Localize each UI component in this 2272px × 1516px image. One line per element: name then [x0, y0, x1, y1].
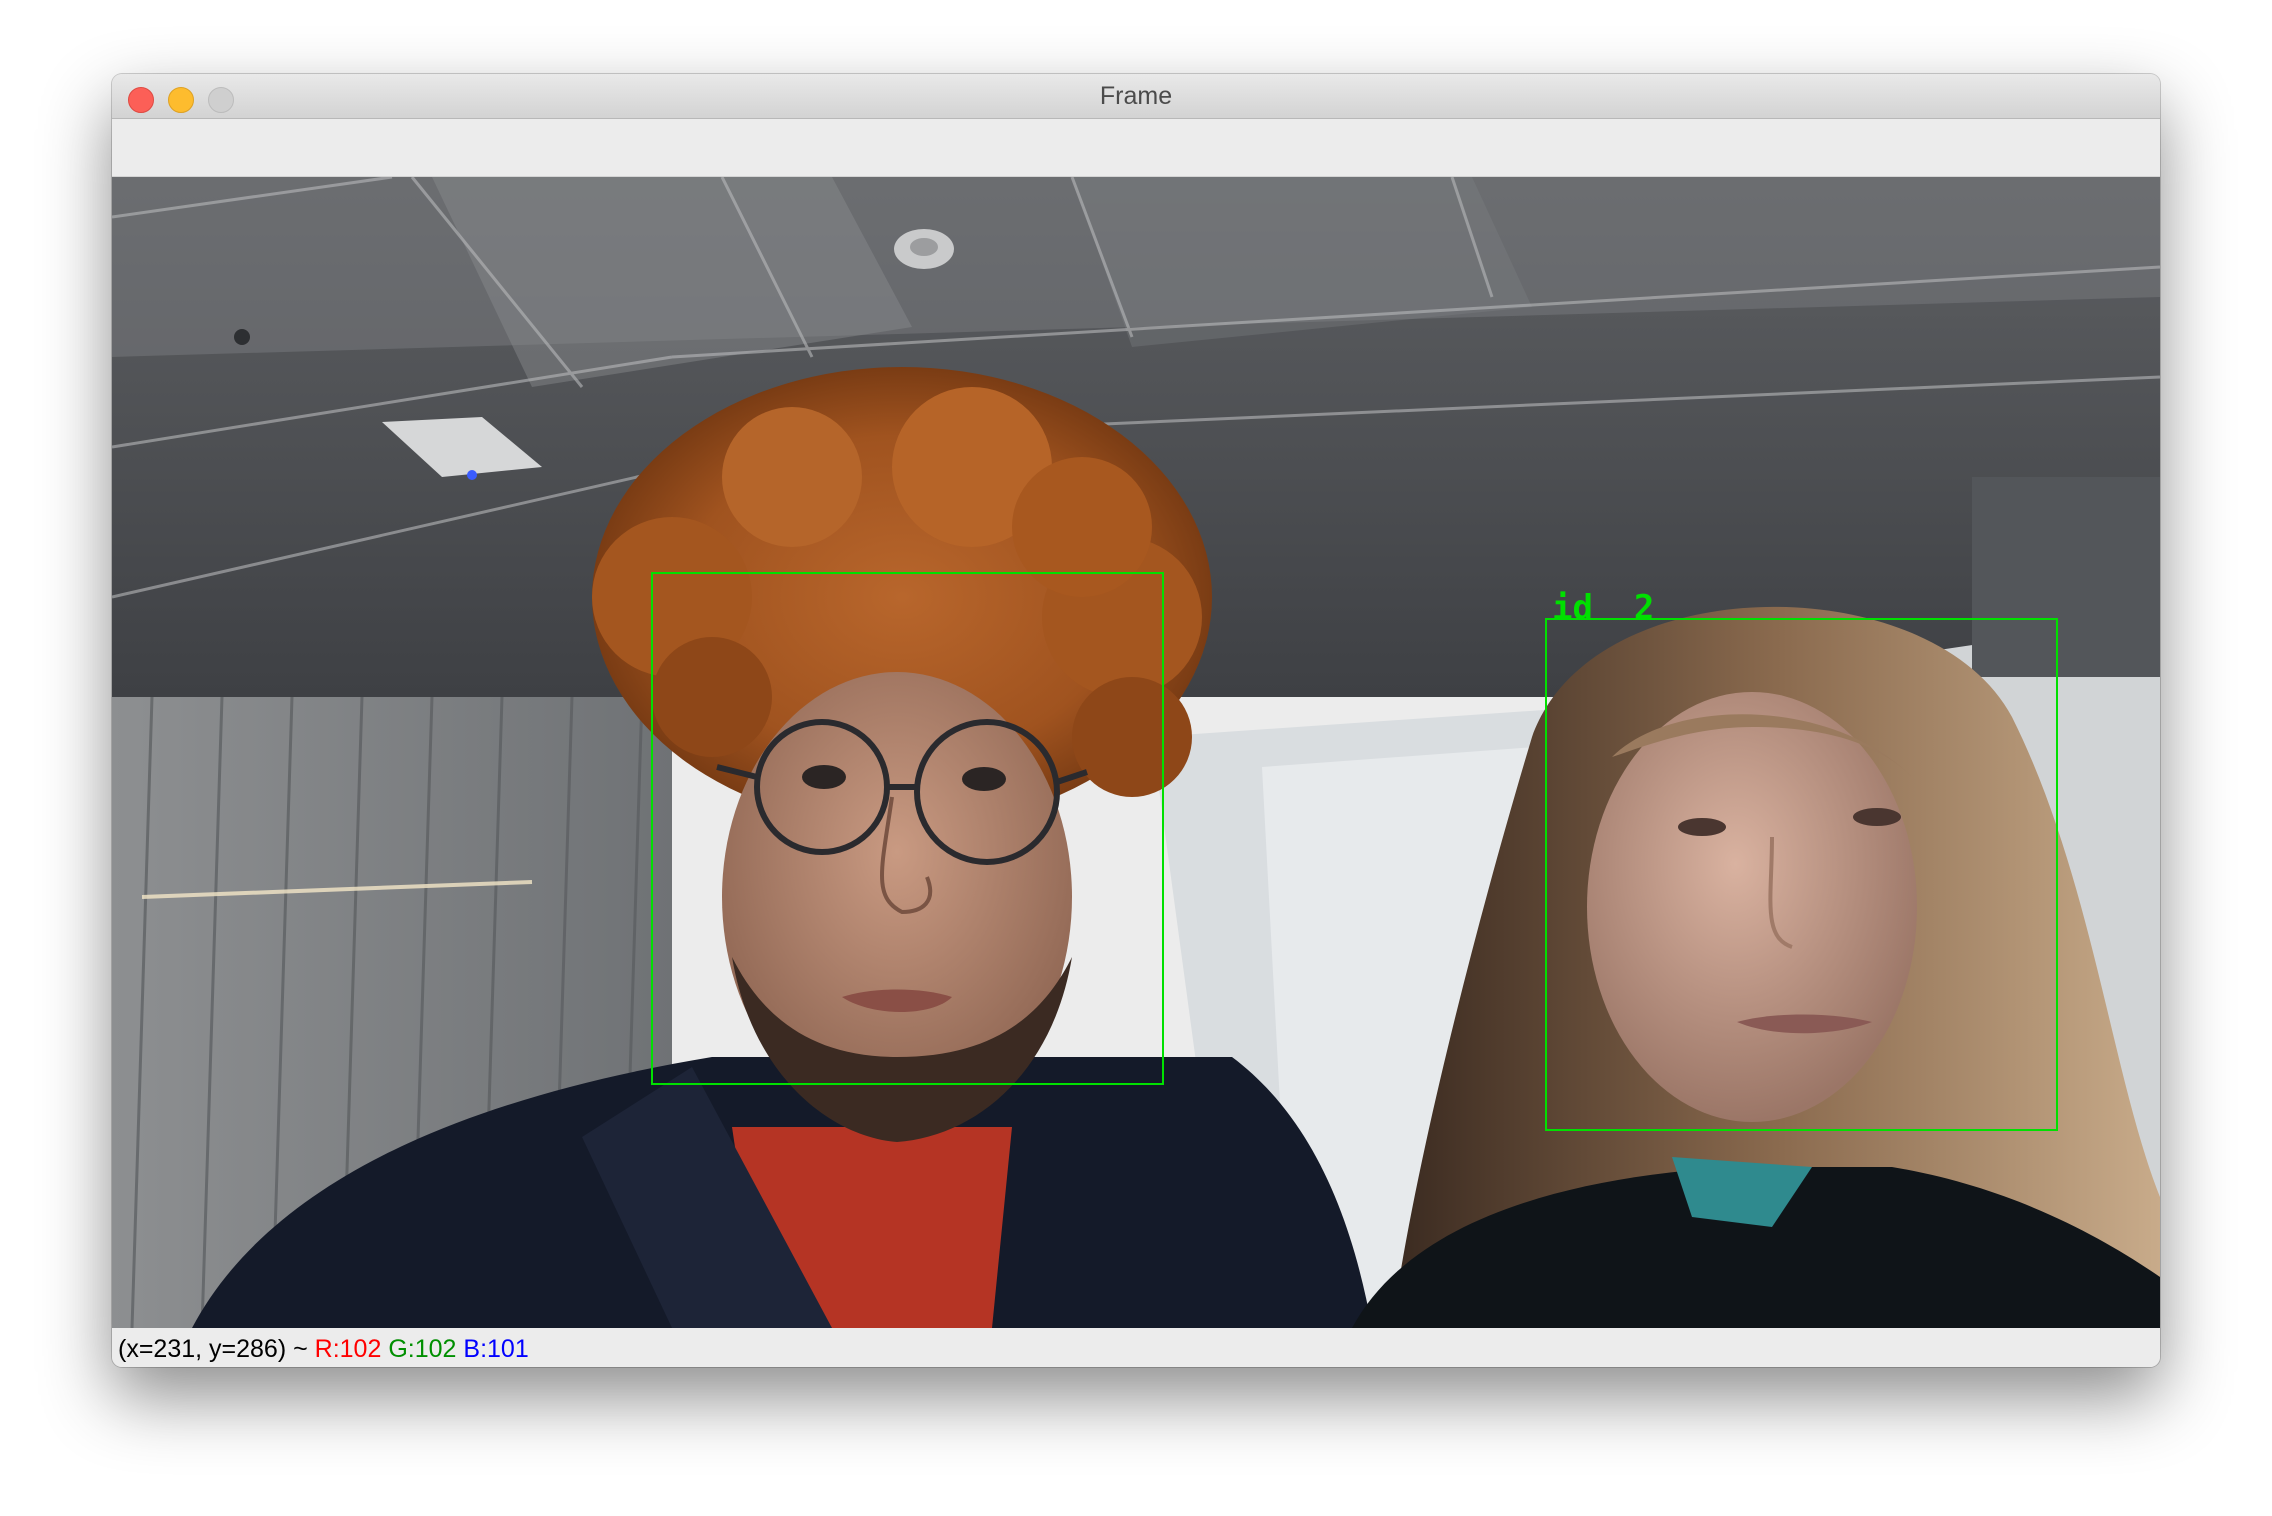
pixel-readout: (x=231, y=286) ~ R:102 G:102 B:101: [118, 1334, 529, 1364]
cursor-coordinates: (x=231, y=286) ~: [118, 1335, 315, 1363]
camera-frame[interactable]: id 2: [112, 177, 2160, 1328]
title-bar[interactable]: Frame: [112, 74, 2160, 119]
detection-label: id 2: [1552, 588, 1654, 628]
camera-image: id 2: [112, 177, 2160, 1328]
blue-value: B:101: [463, 1335, 529, 1363]
toolbar-area: [112, 119, 2160, 177]
red-value: R:102: [314, 1335, 382, 1363]
opencv-window: Frame id 2 (x=231, y=286) ~ R:102 G:102 …: [112, 74, 2160, 1367]
window-title: Frame: [1099, 82, 1173, 110]
status-bar: (x=231, y=286) ~ R:102 G:102 B:101: [112, 1328, 2160, 1367]
green-value: G:102: [388, 1335, 457, 1363]
